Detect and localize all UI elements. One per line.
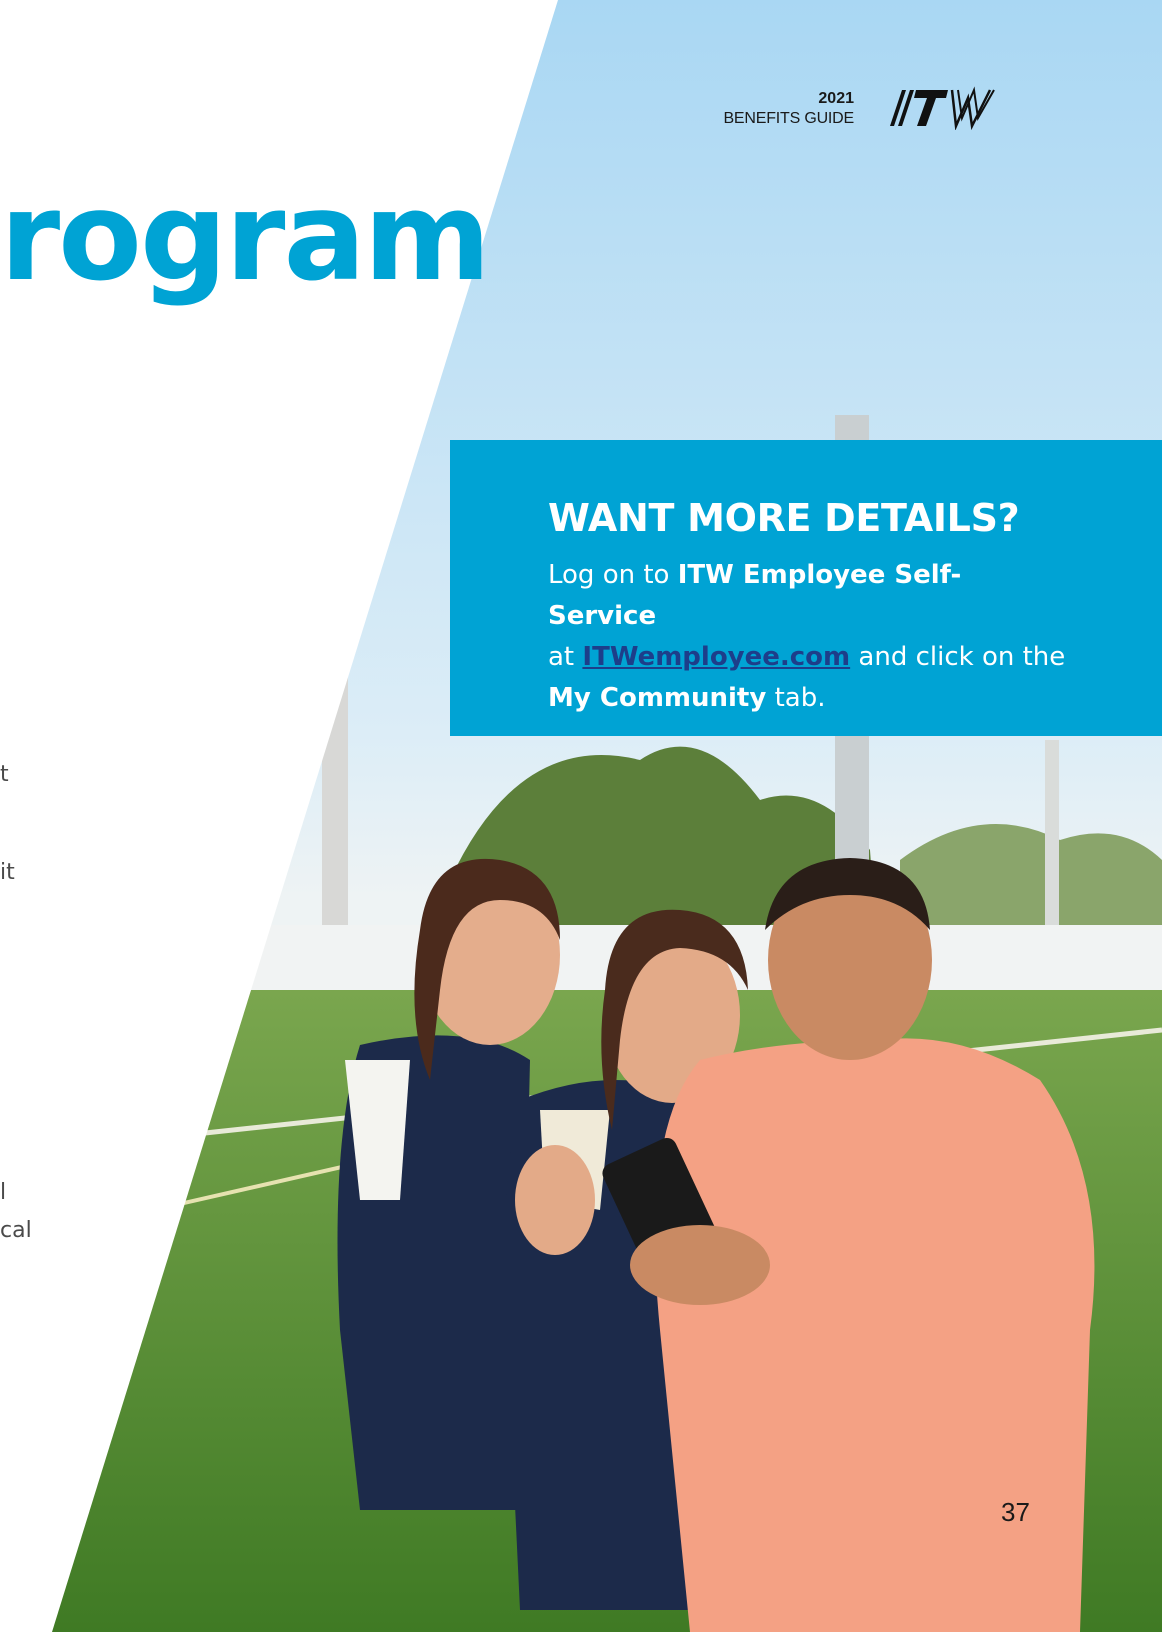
callout-body: Log on to ITW Employee Self-Service at I… — [548, 555, 1068, 719]
callout-bold-text: My Community — [548, 683, 767, 713]
left-text-fragment-4: it — [0, 860, 15, 885]
itw-employee-link[interactable]: ITWemployee.com — [582, 642, 850, 672]
left-text-fragment-3: cal — [0, 1218, 32, 1243]
page-number: 37 — [1001, 1497, 1030, 1527]
details-callout: WANT MORE DETAILS? Log on to ITW Employe… — [450, 440, 1162, 736]
callout-text: Log on to — [548, 560, 678, 590]
callout-text: and click on the — [850, 642, 1066, 672]
callout-text: tab. — [766, 683, 826, 713]
itw-logo — [890, 86, 995, 130]
callout-title: WANT MORE DETAILS? — [548, 496, 1020, 540]
left-text-fragment-2: l — [0, 1180, 7, 1205]
brochure-page: 2021 BENEFITS GUIDE rogram t l cal it WA… — [0, 0, 1162, 1632]
header: 2021 BENEFITS GUIDE — [720, 86, 1020, 140]
left-text-fragment-1: t — [0, 762, 9, 787]
page-title-fragment: rogram — [0, 166, 491, 308]
callout-text: at — [548, 642, 583, 672]
header-guide-label: BENEFITS GUIDE — [723, 110, 854, 127]
header-year: 2021 — [818, 90, 854, 107]
